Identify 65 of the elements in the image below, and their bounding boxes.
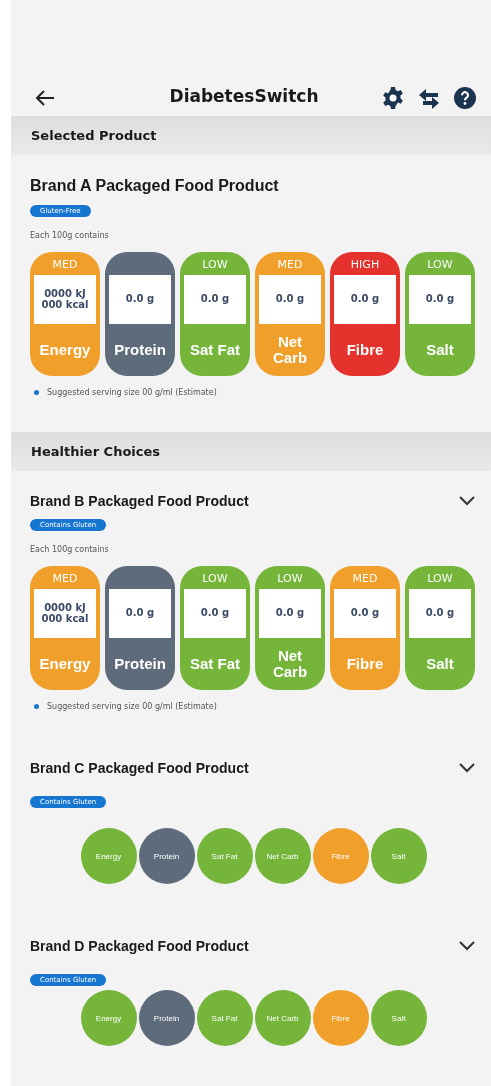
- rating-text: LOW: [426, 257, 454, 273]
- nutrient-amount: 0.0 g: [350, 294, 380, 305]
- nutrient-name: Protein: [114, 342, 166, 358]
- product-name: Brand C Packaged Food Product: [30, 760, 249, 776]
- nutrient-amount: 0.0 g: [125, 608, 155, 619]
- nutrient-circle: Fibre: [312, 828, 369, 884]
- nutrient-name: Energy: [39, 656, 91, 672]
- nutrient-name: Sat Fat: [190, 342, 240, 358]
- nutrient-circle: Energy: [80, 828, 137, 884]
- chevron-down-icon[interactable]: [459, 763, 475, 773]
- nutrient-amount: 0.0 g: [425, 608, 455, 619]
- rating-text: LOW: [201, 571, 229, 587]
- nutrient-amount: 0.0 g: [275, 294, 305, 305]
- nutrient-circle: Fibre: [312, 990, 369, 1046]
- product-name: Brand A Packaged Food Product: [30, 177, 279, 195]
- nutrient-amount: 0.0 g: [200, 608, 230, 619]
- rating-text: MED: [351, 571, 379, 587]
- serving-note: Suggested serving size 00 g/ml (Estimate): [47, 388, 217, 397]
- product-name: Brand B Packaged Food Product: [30, 493, 249, 509]
- help-icon[interactable]: [453, 86, 477, 110]
- nutrient-circle: Energy: [80, 990, 137, 1046]
- nutrient-amount: 0.0 g: [425, 294, 455, 305]
- rating-text: LOW: [201, 257, 229, 273]
- per-100g-label: Each 100g contains: [30, 231, 110, 240]
- nutrient-name: Salt: [426, 656, 454, 672]
- section-header: Healthier Choices: [11, 432, 491, 471]
- nutrient-circle: Net Carb: [254, 828, 311, 884]
- nutrient-circle: Protein: [138, 990, 195, 1046]
- per-100g-label: Each 100g contains: [30, 545, 110, 554]
- nutrient-amount: 0.0 g: [125, 294, 155, 305]
- rating-text: HIGH: [349, 257, 381, 273]
- product-name: Brand D Packaged Food Product: [30, 938, 249, 954]
- nutrient-circle: Net Carb: [254, 990, 311, 1046]
- settings-icon[interactable]: [381, 86, 405, 110]
- chevron-down-icon[interactable]: [459, 941, 475, 951]
- nutrient-name: Salt: [426, 342, 454, 358]
- rating-text: LOW: [276, 571, 304, 587]
- nutrient-circle: Salt: [370, 828, 427, 884]
- nutrient-name: Sat Fat: [190, 656, 240, 672]
- bullet-icon: [34, 704, 39, 709]
- serving-note: Suggested serving size 00 g/ml (Estimate): [47, 702, 217, 711]
- swap-arrows-icon[interactable]: [417, 86, 441, 110]
- nutrient-amount: 0.0 g: [350, 608, 380, 619]
- nutrient-circle: Sat Fat: [196, 990, 253, 1046]
- nutrient-circle: Protein: [138, 828, 195, 884]
- nutrient-name: Energy: [39, 342, 91, 358]
- nutrient-name: Net Carb: [271, 334, 309, 366]
- nutrient-name: Fibre: [346, 342, 384, 358]
- bullet-icon: [34, 390, 39, 395]
- nutrient-amount: 0.0 g: [275, 608, 305, 619]
- nutrient-name: Protein: [114, 656, 166, 672]
- rating-text: MED: [276, 257, 304, 273]
- rating-text: LOW: [426, 571, 454, 587]
- nutrient-circle: Salt: [370, 990, 427, 1046]
- nutrient-amount: 0000 kJ 000 kcal: [41, 289, 89, 310]
- nutrient-amount: 0000 kJ 000 kcal: [41, 603, 89, 624]
- nutrient-name: Fibre: [346, 656, 384, 672]
- app-title: DiabetesSwitch: [168, 86, 320, 106]
- nutrient-amount: 0.0 g: [200, 294, 230, 305]
- section-header: Selected Product: [11, 116, 491, 155]
- nutrient-circle: Sat Fat: [196, 828, 253, 884]
- chevron-down-icon[interactable]: [459, 496, 475, 506]
- rating-text: MED: [51, 571, 79, 587]
- rating-text: MED: [51, 257, 79, 273]
- nutrient-name: Net Carb: [271, 648, 309, 680]
